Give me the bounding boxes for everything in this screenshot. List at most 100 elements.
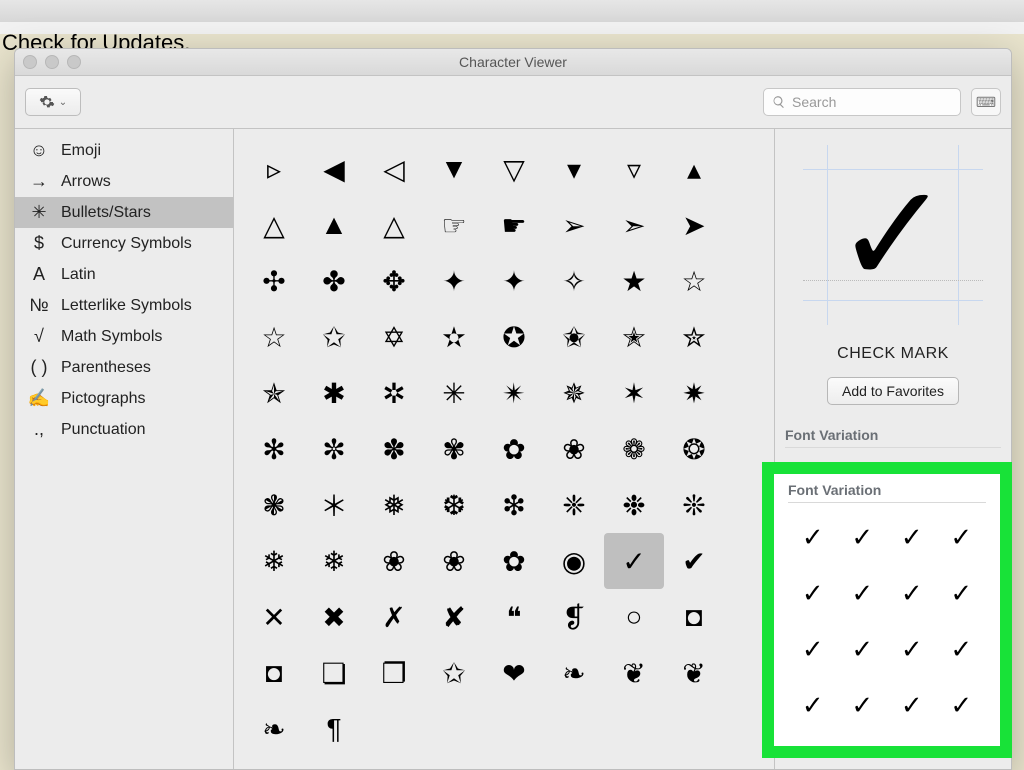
font-variation-cell[interactable]: ✓: [937, 677, 987, 733]
window-controls[interactable]: [23, 55, 81, 69]
char-cell[interactable]: ❐: [364, 645, 424, 701]
char-cell[interactable]: ✣: [244, 253, 304, 309]
char-cell[interactable]: ◘: [244, 645, 304, 701]
char-cell[interactable]: ❈: [544, 477, 604, 533]
char-cell[interactable]: ❅: [364, 477, 424, 533]
char-cell[interactable]: ❦: [664, 645, 724, 701]
char-cell[interactable]: ✿: [484, 533, 544, 589]
char-cell[interactable]: ☆: [244, 309, 304, 365]
char-cell[interactable]: ✱: [304, 365, 364, 421]
keyboard-viewer-button[interactable]: ⌨: [971, 88, 1001, 116]
char-cell[interactable]: ❃: [244, 477, 304, 533]
char-cell[interactable]: ✽: [364, 421, 424, 477]
char-cell[interactable]: ❇: [484, 477, 544, 533]
sidebar-item-math-symbols[interactable]: √Math Symbols: [15, 321, 233, 352]
char-cell[interactable]: ✬: [544, 309, 604, 365]
sidebar-item-latin[interactable]: ALatin: [15, 259, 233, 290]
char-cell[interactable]: ❧: [544, 645, 604, 701]
char-cell[interactable]: ▲: [304, 197, 364, 253]
char-cell[interactable]: ✕: [244, 589, 304, 645]
char-cell[interactable]: ❧: [244, 701, 304, 757]
char-cell[interactable]: ❦: [604, 645, 664, 701]
char-cell[interactable]: ✿: [484, 421, 544, 477]
char-cell[interactable]: ✗: [364, 589, 424, 645]
char-cell[interactable]: ✩: [304, 309, 364, 365]
char-cell[interactable]: ○: [604, 589, 664, 645]
char-cell[interactable]: ✤: [304, 253, 364, 309]
search-input[interactable]: Search: [763, 88, 961, 116]
char-cell[interactable]: ✪: [484, 309, 544, 365]
char-cell[interactable]: ❡: [544, 589, 604, 645]
char-cell[interactable]: ◘: [664, 589, 724, 645]
char-cell[interactable]: ✡: [364, 309, 424, 365]
char-cell[interactable]: ✮: [664, 309, 724, 365]
char-cell[interactable]: ✶: [604, 365, 664, 421]
char-cell[interactable]: ✻: [244, 421, 304, 477]
char-cell[interactable]: ✓: [604, 533, 664, 589]
add-to-favorites-button[interactable]: Add to Favorites: [827, 377, 959, 405]
char-cell[interactable]: ✯: [244, 365, 304, 421]
char-cell[interactable]: ❆: [424, 477, 484, 533]
char-cell[interactable]: ❊: [664, 477, 724, 533]
char-cell[interactable]: ☛: [484, 197, 544, 253]
sidebar-item-arrows[interactable]: →Arrows: [15, 166, 233, 197]
char-cell[interactable]: ★: [604, 253, 664, 309]
char-cell[interactable]: ◀: [304, 141, 364, 197]
char-cell[interactable]: ✼: [304, 421, 364, 477]
font-variation-cell[interactable]: ✓: [937, 565, 987, 621]
char-cell[interactable]: ◉: [544, 533, 604, 589]
char-cell[interactable]: ¶: [304, 701, 364, 757]
char-cell[interactable]: ✷: [664, 365, 724, 421]
zoom-icon[interactable]: [67, 55, 81, 69]
char-cell[interactable]: ＊: [304, 477, 364, 533]
char-cell[interactable]: ▹: [244, 141, 304, 197]
font-variation-cell[interactable]: ✓: [887, 565, 937, 621]
char-cell[interactable]: ❏: [304, 645, 364, 701]
char-cell[interactable]: ❂: [664, 421, 724, 477]
char-cell[interactable]: △: [244, 197, 304, 253]
sidebar-item-bullets-stars[interactable]: ✳Bullets/Stars: [15, 197, 233, 228]
char-cell[interactable]: ❤: [484, 645, 544, 701]
font-variation-cell[interactable]: ✓: [788, 621, 838, 677]
char-cell[interactable]: ✵: [544, 365, 604, 421]
char-cell[interactable]: ❀: [544, 421, 604, 477]
char-cell[interactable]: ❉: [604, 477, 664, 533]
sidebar-item-punctuation[interactable]: .,Punctuation: [15, 414, 233, 445]
char-cell[interactable]: ✫: [424, 309, 484, 365]
char-cell[interactable]: ✥: [364, 253, 424, 309]
char-cell[interactable]: ▼: [424, 141, 484, 197]
font-variation-cell[interactable]: ✓: [788, 509, 838, 565]
char-cell[interactable]: ❝: [484, 589, 544, 645]
font-variation-cell[interactable]: ✓: [788, 565, 838, 621]
char-cell[interactable]: ◁: [364, 141, 424, 197]
font-variation-cell[interactable]: ✓: [838, 565, 888, 621]
sidebar-item-letterlike-symbols[interactable]: №Letterlike Symbols: [15, 290, 233, 321]
close-icon[interactable]: [23, 55, 37, 69]
char-cell[interactable]: ✩: [424, 645, 484, 701]
char-cell[interactable]: ✴: [484, 365, 544, 421]
char-cell[interactable]: ➢: [544, 197, 604, 253]
font-variation-cell[interactable]: ✓: [887, 677, 937, 733]
font-variation-cell[interactable]: ✓: [887, 509, 937, 565]
sidebar-item-parentheses[interactable]: ( )Parentheses: [15, 352, 233, 383]
char-cell[interactable]: ✳: [424, 365, 484, 421]
char-cell[interactable]: ☆: [664, 253, 724, 309]
char-cell[interactable]: ➤: [664, 197, 724, 253]
char-cell[interactable]: ▿: [604, 141, 664, 197]
font-variation-cell[interactable]: ✓: [838, 509, 888, 565]
char-cell[interactable]: ▴: [664, 141, 724, 197]
font-variation-cell[interactable]: ✓: [937, 621, 987, 677]
font-variation-cell[interactable]: ✓: [838, 677, 888, 733]
char-cell[interactable]: ✘: [424, 589, 484, 645]
sidebar-item-pictographs[interactable]: ✍Pictographs: [15, 383, 233, 414]
char-cell[interactable]: △: [364, 197, 424, 253]
char-cell[interactable]: ✲: [364, 365, 424, 421]
font-variation-cell[interactable]: ✓: [838, 621, 888, 677]
char-cell[interactable]: ❀: [364, 533, 424, 589]
char-cell[interactable]: ✾: [424, 421, 484, 477]
char-cell[interactable]: ❁: [604, 421, 664, 477]
minimize-icon[interactable]: [45, 55, 59, 69]
char-cell[interactable]: ▽: [484, 141, 544, 197]
char-cell[interactable]: ✦: [424, 253, 484, 309]
char-cell[interactable]: ➣: [604, 197, 664, 253]
